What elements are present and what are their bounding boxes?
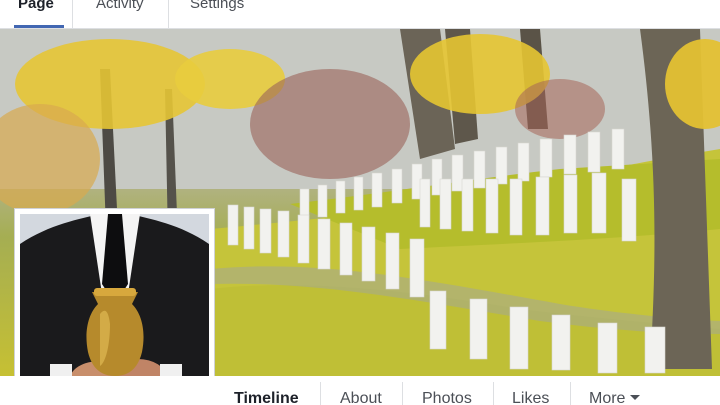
- nav-divider: [570, 382, 571, 405]
- nav-about[interactable]: About: [340, 389, 382, 405]
- nav-about-label: About: [340, 390, 382, 405]
- nav-photos[interactable]: Photos: [422, 389, 472, 405]
- nav-divider: [493, 382, 494, 405]
- admin-tab-bar: Page Activity Settings: [0, 0, 720, 29]
- tab-activity[interactable]: Activity: [96, 0, 168, 28]
- nav-more-label: More: [589, 390, 626, 405]
- tab-divider: [72, 0, 73, 28]
- nav-divider: [402, 382, 403, 405]
- nav-timeline[interactable]: Timeline: [234, 389, 299, 405]
- tab-page[interactable]: Page: [14, 0, 78, 28]
- nav-photos-label: Photos: [422, 390, 472, 405]
- nav-more[interactable]: More: [589, 389, 641, 405]
- tab-activity-label: Activity: [96, 0, 144, 12]
- tab-divider: [168, 0, 169, 28]
- tab-settings-label: Settings: [190, 0, 245, 12]
- tab-settings[interactable]: Settings: [190, 0, 268, 28]
- profile-picture-image: [20, 214, 209, 399]
- active-tab-indicator: [14, 25, 64, 28]
- nav-timeline-label: Timeline: [234, 390, 299, 405]
- page-nav-bar: Timeline About Photos Likes More: [0, 376, 720, 405]
- nav-divider: [320, 382, 321, 405]
- nav-likes[interactable]: Likes: [512, 389, 549, 405]
- tab-page-label: Page: [18, 0, 54, 12]
- caret-down-icon: [630, 395, 641, 400]
- nav-likes-label: Likes: [512, 390, 550, 405]
